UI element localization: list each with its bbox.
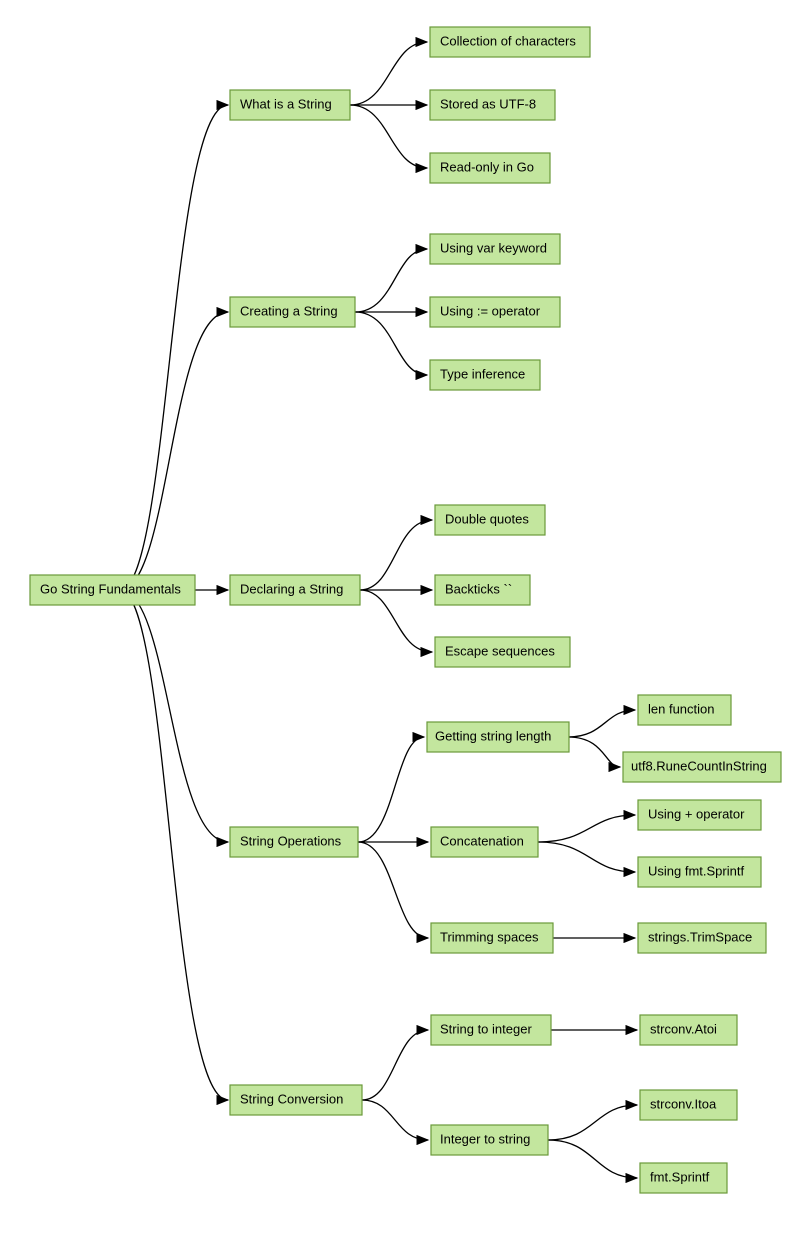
edge-root-b1	[120, 105, 228, 590]
node-b3: Declaring a String	[230, 575, 360, 605]
node-b4c1: Getting string length	[427, 722, 569, 752]
node-b2c2-label: Using := operator	[440, 303, 541, 318]
node-b4c2a-label: Using + operator	[648, 806, 745, 821]
node-b1c3-label: Read-only in Go	[440, 159, 534, 174]
node-b4c2a: Using + operator	[638, 800, 761, 830]
edge-root-b4	[120, 590, 228, 842]
node-b4c2-label: Concatenation	[440, 833, 524, 848]
node-b1-label: What is a String	[240, 96, 332, 111]
node-b4c1b-label: utf8.RuneCountInString	[631, 758, 767, 773]
node-b2-label: Creating a String	[240, 303, 338, 318]
node-b4c2b-label: Using fmt.Sprintf	[648, 863, 744, 878]
edge-b4c2-a	[538, 815, 635, 842]
node-b2: Creating a String	[230, 297, 355, 327]
edge-b4c2-b	[538, 842, 635, 872]
edge-b4-c3	[358, 842, 428, 938]
node-b4c1b: utf8.RuneCountInString	[623, 752, 781, 782]
node-b5c1: String to integer	[431, 1015, 551, 1045]
node-b3c2: Backticks ``	[435, 575, 530, 605]
node-b5c2b-label: fmt.Sprintf	[650, 1169, 710, 1184]
node-root: Go String Fundamentals	[30, 575, 195, 605]
node-b2c1: Using var keyword	[430, 234, 560, 264]
edge-b2-c3	[355, 312, 427, 375]
node-b1c3: Read-only in Go	[430, 153, 550, 183]
node-b1c2-label: Stored as UTF-8	[440, 96, 536, 111]
node-b1c1-label: Collection of characters	[440, 33, 576, 48]
edge-b5-c2	[362, 1100, 428, 1140]
edge-b3-c3	[360, 590, 432, 652]
edge-b5-c1	[362, 1030, 428, 1100]
edge-b2-c1	[355, 249, 427, 312]
node-b5c1a-label: strconv.Atoi	[650, 1021, 717, 1036]
edge-b3-c1	[360, 520, 432, 590]
node-b4c1-label: Getting string length	[435, 728, 551, 743]
node-b4c3-label: Trimming spaces	[440, 929, 539, 944]
node-b3c1-label: Double quotes	[445, 511, 529, 526]
node-b4-label: String Operations	[240, 833, 342, 848]
edge-b5c2-a	[548, 1105, 637, 1140]
node-b4: String Operations	[230, 827, 358, 857]
edge-b4c1-b	[568, 737, 620, 767]
node-b4c3: Trimming spaces	[431, 923, 553, 953]
node-b4c1a-label: len function	[648, 701, 715, 716]
node-b4c3a-label: strings.TrimSpace	[648, 929, 752, 944]
node-b5c1a: strconv.Atoi	[640, 1015, 737, 1045]
node-b3c3: Escape sequences	[435, 637, 570, 667]
node-b4c1a: len function	[638, 695, 731, 725]
edge-root-b2	[120, 312, 228, 590]
node-b5c2b: fmt.Sprintf	[640, 1163, 727, 1193]
mindmap-diagram: Go String Fundamentals What is a String …	[0, 0, 800, 1240]
node-b5-label: String Conversion	[240, 1091, 343, 1106]
edge-b4c1-a	[568, 710, 635, 737]
node-b3c3-label: Escape sequences	[445, 643, 555, 658]
node-b2c1-label: Using var keyword	[440, 240, 547, 255]
node-b3c1: Double quotes	[435, 505, 545, 535]
node-b5c1-label: String to integer	[440, 1021, 532, 1036]
node-b5c2a-label: strconv.Itoa	[650, 1096, 717, 1111]
edge-root-b5	[120, 590, 228, 1100]
node-b1c2: Stored as UTF-8	[430, 90, 555, 120]
node-b5c2a: strconv.Itoa	[640, 1090, 737, 1120]
edge-b1-c1	[350, 42, 427, 105]
node-b5c2-label: Integer to string	[440, 1131, 530, 1146]
node-b3-label: Declaring a String	[240, 581, 343, 596]
node-b4c2b: Using fmt.Sprintf	[638, 857, 761, 887]
node-b2c3-label: Type inference	[440, 366, 525, 381]
node-b2c2: Using := operator	[430, 297, 560, 327]
node-b2c3: Type inference	[430, 360, 540, 390]
edge-b4-c1	[358, 737, 424, 842]
node-b1: What is a String	[230, 90, 350, 120]
edges	[120, 42, 637, 1178]
node-b4c2: Concatenation	[431, 827, 538, 857]
node-b1c1: Collection of characters	[430, 27, 590, 57]
node-b4c3a: strings.TrimSpace	[638, 923, 766, 953]
edge-b5c2-b	[548, 1140, 637, 1178]
node-b5: String Conversion	[230, 1085, 362, 1115]
edge-b1-c3	[350, 105, 427, 168]
node-b3c2-label: Backticks ``	[445, 581, 512, 596]
node-root-label: Go String Fundamentals	[40, 581, 181, 596]
node-b5c2: Integer to string	[431, 1125, 548, 1155]
